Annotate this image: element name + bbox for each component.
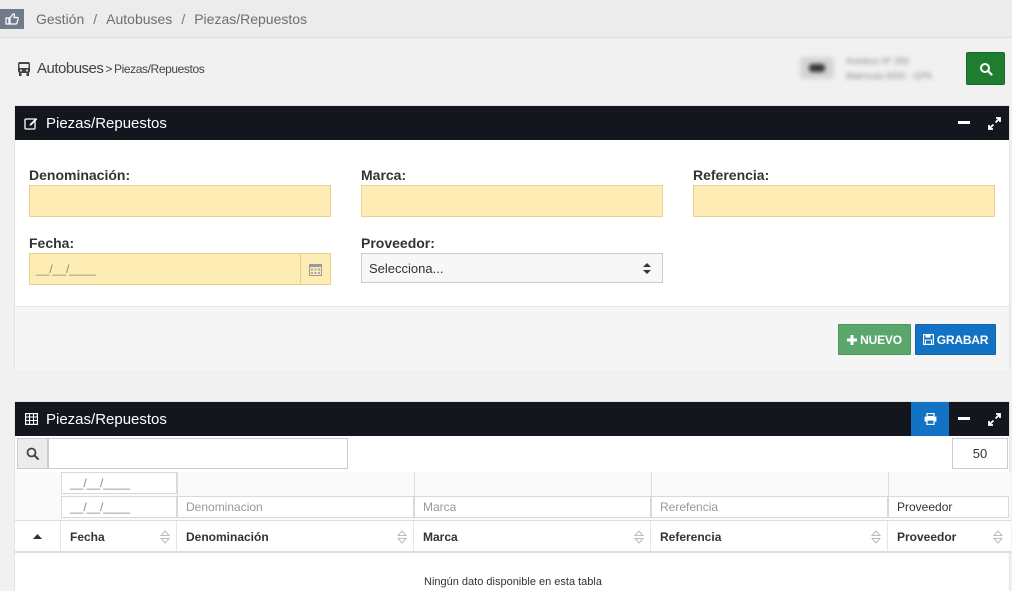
breadcrumb-separator: / [181,10,186,27]
print-button[interactable] [911,402,949,436]
table-panel: Piezas/Repuestos 50 __/__/____ __/__/___… [14,401,1011,591]
thumbs-up-icon[interactable] [0,8,24,29]
sort-icon [871,530,881,544]
form-panel: Piezas/Repuestos Denominación: Marca: Re… [14,105,1010,370]
breadcrumb-separator: / [93,10,98,27]
referencia-input[interactable] [693,185,995,217]
column-header-denominacion[interactable]: Denominación [177,521,414,552]
column-divider [651,472,652,496]
vehicle-search-button[interactable] [966,52,1005,85]
column-filters: __/__/____ __/__/____ Denominacion Marca… [15,472,1011,520]
column-divider [414,472,415,496]
breadcrumb-item-autobuses[interactable]: Autobuses [106,11,172,27]
sort-icon [993,530,1003,544]
filter-referencia[interactable]: Rerefencia [651,496,888,518]
denominacion-label: Denominación: [29,167,131,183]
form-panel-header: Piezas/Repuestos [15,106,1009,140]
sort-icon [160,530,170,544]
proveedor-label: Proveedor: [361,235,435,251]
fullscreen-button[interactable] [979,402,1009,436]
table-panel-header: Piezas/Repuestos [15,402,1009,436]
minus-icon [958,417,970,420]
table-icon [24,412,38,426]
sort-icon [397,530,407,544]
table-empty-message: Ningún dato disponible en esta tabla [424,576,602,588]
page-title: Autobuses > Piezas/Repuestos [17,60,205,77]
column-header-label: Marca [423,529,458,544]
sort-icon [634,530,644,544]
column-header-label: Fecha [70,529,105,544]
save-icon [922,334,934,345]
search-icon [979,62,993,76]
column-header-referencia[interactable]: Referencia [651,521,888,552]
proveedor-select[interactable]: Selecciona... [361,253,663,283]
page-size-select[interactable]: 50 [952,438,1008,469]
table-header-row: Fecha Denominación Marca Referencia Prov… [15,520,1011,553]
vehicle-line-1: Autobus Nº 283 [846,55,909,66]
table-search-bar: 50 [15,436,1011,472]
column-header-label: Referencia [660,529,722,544]
grabar-button[interactable]: GRABAR [915,324,996,355]
collapse-button[interactable] [949,106,979,140]
fullscreen-button[interactable] [979,106,1009,140]
filter-denominacion[interactable]: Denominacion [177,496,414,518]
fecha-input[interactable]: __/__/____ [29,253,331,285]
page-title-section: Autobuses [37,60,104,77]
column-header-proveedor[interactable]: Proveedor [888,521,1009,552]
bus-icon [18,61,30,76]
calendar-icon[interactable] [300,254,330,284]
marca-label: Marca: [361,167,407,183]
sort-up-icon [33,534,42,539]
table-search-input[interactable] [48,438,348,469]
breadcrumb-bar: Gestión / Autobuses / Piezas/Repuestos [0,0,1012,38]
form-panel-title: Piezas/Repuestos [46,114,167,132]
breadcrumb: Gestión / Autobuses / Piezas/Repuestos [36,11,307,27]
column-header-marca[interactable]: Marca [414,521,651,552]
fecha-placeholder: __/__/____ [36,262,97,276]
marca-input[interactable] [361,185,663,217]
denominacion-input[interactable] [29,185,331,217]
filter-marca[interactable]: Marca [414,496,651,518]
filter-date-to[interactable]: __/__/____ [61,496,177,518]
minus-icon [958,121,970,124]
referencia-label: Referencia: [693,167,770,183]
fecha-label: Fecha: [29,235,75,251]
vehicle-line-2: Matrícula 0000 - GPK [846,70,933,81]
table-panel-title: Piezas/Repuestos [46,410,167,428]
page-title-subsection: Piezas/Repuestos [114,61,205,76]
column-header-fecha[interactable]: Fecha [61,521,177,552]
page-title-separator: > [105,61,112,76]
column-divider [888,472,889,496]
search-icon [17,438,48,469]
select-arrows-icon [640,262,654,274]
collapse-button[interactable] [949,402,979,436]
grabar-button-label: GRABAR [936,332,989,347]
plus-icon [847,334,858,345]
nuevo-button-label: NUEVO [860,332,902,347]
filter-proveedor[interactable]: Proveedor [888,496,1009,518]
form-actions: NUEVO GRABAR [15,306,1009,370]
expand-icon [987,412,1001,426]
column-header-label: Denominación [186,529,269,544]
nuevo-button[interactable]: NUEVO [838,324,911,355]
column-header-label: Proveedor [897,529,957,544]
print-icon [924,413,936,425]
filter-date-from[interactable]: __/__/____ [61,472,177,494]
vehicle-thumbnail [800,57,834,79]
breadcrumb-item-gestion[interactable]: Gestión [36,11,84,27]
edit-icon [24,116,38,130]
expand-icon [987,116,1001,130]
breadcrumb-item-piezas: Piezas/Repuestos [194,10,308,27]
column-divider [177,472,178,496]
vehicle-info: Autobus Nº 283 Matrícula 0000 - GPK [800,50,960,86]
row-sort-toggle[interactable] [15,521,61,552]
proveedor-selected-value: Selecciona... [369,260,444,276]
